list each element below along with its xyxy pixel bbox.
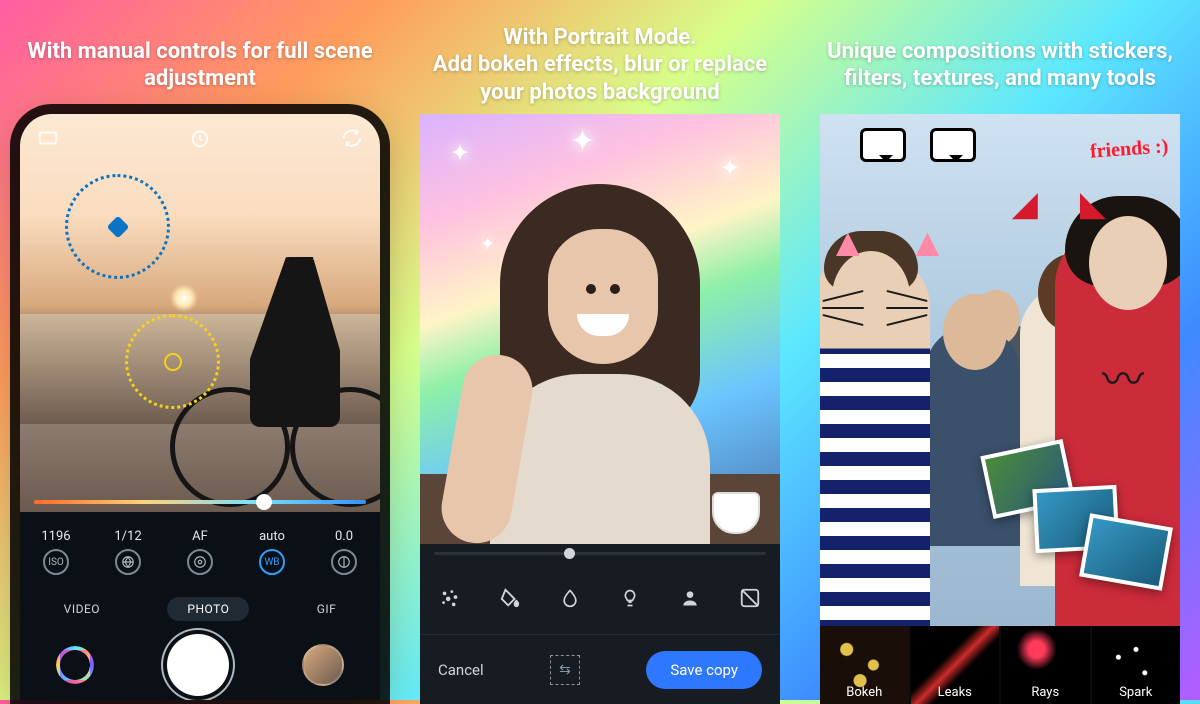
composition-canvas[interactable]: friends :) ▲▲ ◢◣ 〰 xyxy=(820,114,1180,626)
portrait-preview[interactable]: ✦ ✦ ✦ ✦ xyxy=(420,114,780,544)
flip-camera-icon[interactable] xyxy=(338,124,366,152)
cancel-button[interactable]: Cancel xyxy=(438,661,484,679)
capture-mode-row: VIDEO PHOTO GIF xyxy=(20,592,380,626)
aperture-icon xyxy=(115,549,141,575)
wb-icon: WB xyxy=(259,549,285,575)
wb-value: auto xyxy=(259,529,285,544)
focus-reticle[interactable] xyxy=(125,314,220,409)
shutter-button[interactable] xyxy=(167,634,229,696)
fx-rays[interactable]: Rays xyxy=(1001,626,1090,704)
fill-tool-icon[interactable] xyxy=(495,583,525,613)
friends-text-sticker[interactable]: friends :) xyxy=(1089,135,1169,163)
exposure-control[interactable]: 0.0 xyxy=(308,512,380,592)
portrait-bottom-row: Cancel ⇆ Save copy xyxy=(420,634,780,704)
mode-gif[interactable]: GIF xyxy=(297,597,357,621)
fx-sparkle[interactable]: Spark xyxy=(1092,626,1181,704)
heading-1: With manual controls for full scene adju… xyxy=(8,20,392,110)
mode-photo[interactable]: PHOTO xyxy=(167,597,249,621)
phone-frame-1: 1196 ISO 1/12 AF auto WB 0.0 VIDEO PHOT xyxy=(20,114,380,700)
focus-control[interactable]: AF xyxy=(164,512,236,592)
shutter-value: 1/12 xyxy=(114,529,141,544)
ev-value: 0.0 xyxy=(335,529,353,544)
exposure-reticle[interactable] xyxy=(65,174,170,279)
shutter-row xyxy=(20,626,380,700)
cat-ears-sticker[interactable]: ▲▲ xyxy=(828,219,987,266)
heading-2: With Portrait Mode. Add bokeh effects, b… xyxy=(408,20,792,110)
mirror-compare-icon[interactable]: ⇆ xyxy=(550,655,580,685)
panel-portrait-mode: With Portrait Mode. Add bokeh effects, b… xyxy=(400,0,800,700)
mode-video[interactable]: VIDEO xyxy=(44,597,120,621)
portrait-tool-icon[interactable] xyxy=(675,583,705,613)
whiskers-sticker[interactable] xyxy=(820,289,930,329)
white-balance-control[interactable]: auto WB xyxy=(236,512,308,592)
portrait-tools-row xyxy=(420,562,780,634)
effects-row: Bokeh Leaks Rays Spark xyxy=(820,626,1180,704)
manual-controls-row: 1196 ISO 1/12 AF auto WB 0.0 xyxy=(20,512,380,592)
bokeh-tool-icon[interactable] xyxy=(435,583,465,613)
heading-3: Unique compositions with stickers, filte… xyxy=(808,20,1192,110)
focus-value: AF xyxy=(192,529,208,544)
mustache-sticker[interactable]: 〰 xyxy=(1102,346,1144,407)
phone-frame-3: friends :) ▲▲ ◢◣ 〰 Bokeh Leaks Rays Spar… xyxy=(820,114,1180,704)
iso-control[interactable]: 1196 ISO xyxy=(20,512,92,592)
fx-leaks[interactable]: Leaks xyxy=(911,626,1000,704)
adjust-slider[interactable] xyxy=(434,552,766,555)
iso-value: 1196 xyxy=(41,529,70,544)
focus-icon xyxy=(187,549,213,575)
timer-icon[interactable] xyxy=(186,124,214,152)
light-tool-icon[interactable] xyxy=(615,583,645,613)
speech-bubble-sticker[interactable] xyxy=(930,128,976,162)
gallery-thumbnail[interactable] xyxy=(302,644,344,686)
blur-tool-icon[interactable] xyxy=(555,583,585,613)
camera-viewfinder[interactable] xyxy=(20,114,380,512)
phone-frame-2: ✦ ✦ ✦ ✦ Cancel ⇆ xyxy=(420,114,780,704)
devil-horns-sticker[interactable]: ◢◣ xyxy=(1012,184,1148,224)
panel-compositions: Unique compositions with stickers, filte… xyxy=(800,0,1200,700)
shutter-speed-control[interactable]: 1/12 xyxy=(92,512,164,592)
iso-icon: ISO xyxy=(43,549,69,575)
exposure-icon xyxy=(331,549,357,575)
filters-ring-icon[interactable] xyxy=(56,646,94,684)
panel-manual-controls: With manual controls for full scene adju… xyxy=(0,0,400,700)
aspect-ratio-icon[interactable] xyxy=(34,124,62,152)
speech-bubble-sticker[interactable] xyxy=(860,128,906,162)
fx-bokeh[interactable]: Bokeh xyxy=(820,626,909,704)
adjust-slider-handle[interactable] xyxy=(564,548,575,559)
wb-temperature-slider[interactable] xyxy=(34,500,366,504)
wb-temperature-handle[interactable] xyxy=(258,496,270,508)
background-tool-icon[interactable] xyxy=(735,583,765,613)
save-copy-button[interactable]: Save copy xyxy=(646,651,762,689)
